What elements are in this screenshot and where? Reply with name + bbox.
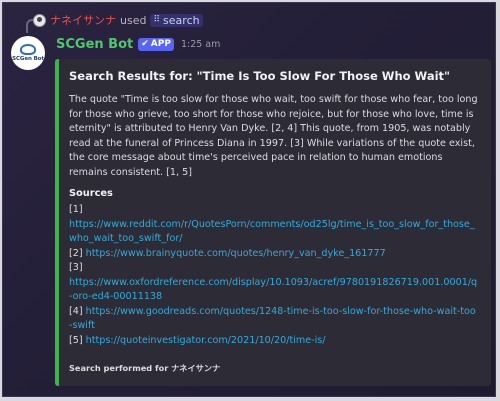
source-item: [2] https://www.brainyquote.com/quotes/h… — [69, 247, 479, 262]
source-ref: [2] — [69, 247, 86, 259]
source-link[interactable]: https://www.goodreads.com/quotes/1248-ti… — [69, 306, 476, 332]
verified-check-icon: ✔ — [141, 39, 149, 49]
reply-user-avatar[interactable] — [33, 13, 46, 27]
source-link[interactable]: https://www.brainyquote.com/quotes/henry… — [86, 248, 386, 259]
source-ref: [5] — [69, 334, 86, 346]
bot-avatar[interactable]: SCGen Bot — [11, 36, 45, 70]
message-timestamp[interactable]: 1:25 am — [181, 39, 220, 50]
bot-avatar-text: SCGen Bot — [12, 56, 44, 62]
bot-username[interactable]: SCGen Bot — [56, 37, 133, 52]
app-badge-label: APP — [150, 39, 171, 49]
source-ref: [3] — [69, 262, 83, 273]
source-link[interactable]: https://www.oxfordreference.com/display/… — [69, 276, 479, 305]
source-ref: [1] — [69, 204, 83, 215]
search-results-embed: Search Results for: "Time Is Too Slow Fo… — [55, 59, 491, 386]
embed-footer: Search performed for ナネイサンナ — [69, 363, 221, 373]
source-link[interactable]: https://quoteinvestigator.com/2021/10/20… — [86, 335, 326, 346]
slash-command-icon: ⠿ — [153, 15, 161, 25]
sources-heading: Sources — [69, 188, 113, 199]
reply-used-text: used — [120, 13, 147, 27]
command-name: search — [163, 13, 200, 27]
source-item: [5] https://quoteinvestigator.com/2021/1… — [69, 334, 479, 349]
embed-description: The quote "Time is too slow for those wh… — [69, 94, 478, 178]
source-item: [3] https://www.oxfordreference.com/disp… — [69, 261, 479, 305]
discord-message-window: ナネイサンナ used ⠿ search SCGen Bot SCGen Bot… — [2, 2, 496, 397]
message-header: SCGen Bot ✔ APP 1:25 am — [56, 36, 220, 52]
bot-logo-icon — [20, 44, 36, 55]
embed-title: Search Results for: "Time Is Too Slow Fo… — [69, 69, 451, 83]
source-item: [4] https://www.goodreads.com/quotes/124… — [69, 305, 479, 334]
source-ref: [4] — [69, 305, 86, 317]
app-badge: ✔ APP — [138, 37, 174, 51]
reply-context[interactable]: ナネイサンナ used ⠿ search — [33, 11, 203, 29]
source-item: [1] https://www.reddit.com/r/QuotesPorn/… — [69, 203, 479, 247]
source-link[interactable]: https://www.reddit.com/r/QuotesPorn/comm… — [69, 218, 479, 247]
command-chip[interactable]: ⠿ search — [150, 13, 203, 27]
reply-user-name[interactable]: ナネイサンナ — [50, 12, 116, 28]
